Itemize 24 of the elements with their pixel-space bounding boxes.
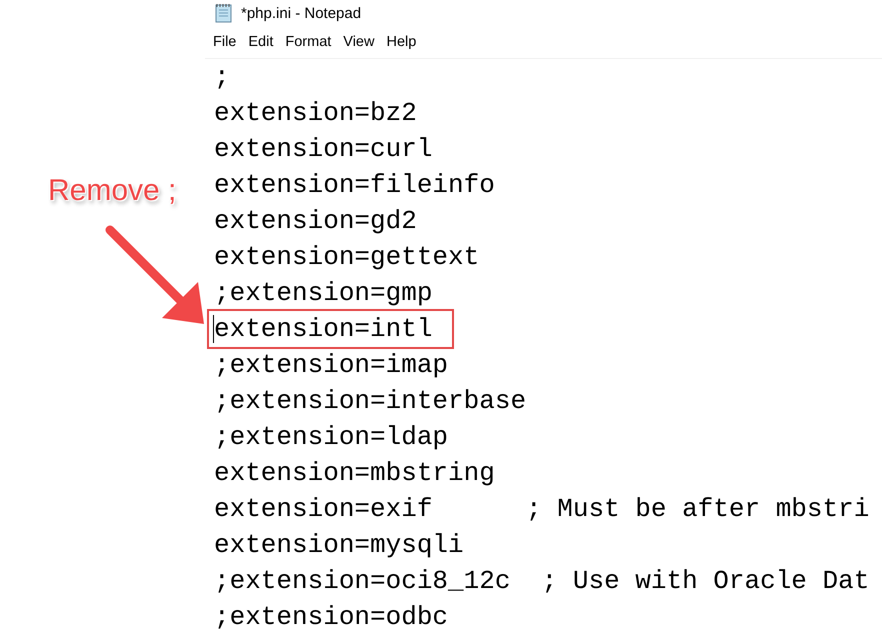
notepad-icon — [215, 3, 233, 23]
code-line: ; — [214, 61, 231, 94]
menu-item[interactable]: Help — [380, 34, 422, 50]
code-line: ;extension=imap — [214, 349, 450, 382]
code-line: extension=exif ; Must be after mbstri — [214, 493, 870, 526]
code-line: extension=bz2 — [214, 97, 418, 130]
code-line: extension=gettext — [214, 241, 480, 274]
window-title: *php.ini - Notepad — [241, 4, 362, 22]
menu-item[interactable]: Edit — [242, 34, 280, 50]
code-line: extension=fileinfo — [214, 169, 496, 202]
annotation-label: Remove ; — [48, 174, 176, 208]
code-line: ;extension=gmp — [214, 277, 434, 310]
menu-item[interactable]: View — [337, 34, 380, 50]
highlighted-code-line: extension=intl — [209, 311, 452, 347]
code-line: extension=mysqli — [214, 529, 465, 562]
code-line: extension=mbstring — [214, 457, 496, 490]
code-line: ;extension=interbase — [214, 385, 528, 418]
code-line: extension=curl — [214, 133, 434, 166]
menu-item[interactable]: Format — [279, 34, 338, 50]
code-line: ;extension=odbc — [214, 601, 450, 634]
code-line: ;extension=ldap — [214, 421, 450, 454]
code-line: ;extension=oci8_12c ; Use with Oracle Dat — [214, 565, 870, 598]
menu-item[interactable]: File — [207, 34, 242, 50]
code-line: extension=gd2 — [214, 205, 418, 238]
